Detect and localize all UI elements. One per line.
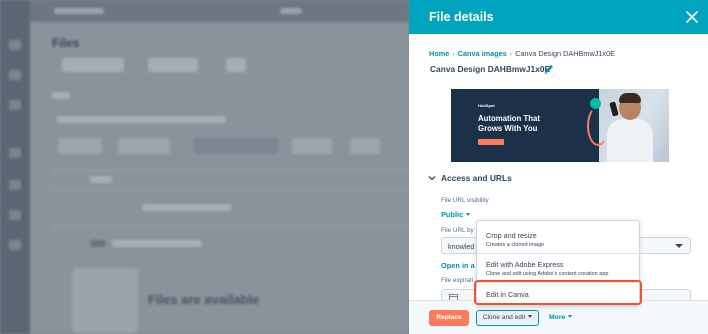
calendar-icon xyxy=(449,294,458,300)
background-nav-icon xyxy=(9,240,21,250)
clone-and-edit-label: Clone and edit xyxy=(482,314,526,321)
file-thumbnail: HubSpot Automation That Grows With You xyxy=(451,89,669,162)
thumbnail-brand: HubSpot xyxy=(478,103,495,108)
url-by-label: File URL by xyxy=(441,227,474,234)
menu-item-edit-in-canva[interactable]: Edit in Canva xyxy=(477,283,641,306)
background-nav-icon xyxy=(9,148,21,158)
visibility-dropdown[interactable]: Public xyxy=(441,210,471,219)
close-icon[interactable] xyxy=(684,9,700,25)
background-tab xyxy=(226,58,246,72)
expiration-label: File expirati xyxy=(441,277,474,284)
menu-item-adobe-express[interactable]: Edit with Adobe Express Clone and edit u… xyxy=(477,254,641,283)
visibility-value: Public xyxy=(441,210,464,219)
clone-and-edit-menu: Crop and resize Creates a cloned image E… xyxy=(476,220,641,306)
caret-down-icon xyxy=(568,315,573,318)
background-card xyxy=(72,268,138,334)
caret-down-icon xyxy=(528,315,533,318)
breadcrumb-current: Canva Design DAHBmwJ1x0E xyxy=(515,49,615,58)
thumbnail-cta xyxy=(478,139,504,145)
breadcrumb-home[interactable]: Home xyxy=(429,49,449,58)
pencil-icon[interactable] xyxy=(543,62,555,74)
panel-title: File details xyxy=(429,10,494,24)
background-app: Files Files are available xyxy=(0,0,409,334)
thumbnail-headline: Automation That Grows With You xyxy=(478,114,540,133)
background-nav-icon xyxy=(9,100,21,110)
chevron-down-icon xyxy=(428,176,436,181)
url-domain-value: knowled xyxy=(448,242,475,251)
background-tab xyxy=(148,58,198,72)
panel-header: File details xyxy=(409,0,708,34)
file-name: Canva Design DAHBmwJ1x0E xyxy=(430,64,551,74)
menu-item-description: Creates a cloned image xyxy=(486,242,545,248)
menu-item-description: Clone and edit using Adobe's content cre… xyxy=(486,271,609,277)
access-section-label: Access and URLs xyxy=(441,173,512,183)
menu-item-title: Crop and resize xyxy=(486,231,537,240)
background-nav-icon xyxy=(9,40,21,50)
background-page-title: Files xyxy=(52,36,80,50)
chevron-right-icon: › xyxy=(509,49,513,58)
background-nav-icon xyxy=(9,210,21,220)
background-nav-icon xyxy=(9,180,21,190)
more-button[interactable]: More xyxy=(549,310,573,326)
visibility-label: File URL visibility xyxy=(441,197,489,204)
menu-item-title: Edit with Adobe Express xyxy=(486,260,564,269)
caret-down-icon xyxy=(675,244,683,248)
menu-item-crop-and-resize[interactable]: Crop and resize Creates a cloned image xyxy=(477,221,641,253)
caret-down-icon xyxy=(466,213,471,216)
background-nav-icon xyxy=(9,70,21,80)
open-in-browser-link[interactable]: Open in a xyxy=(441,261,475,270)
menu-item-title: Edit in Canva xyxy=(486,290,529,299)
breadcrumb-folder[interactable]: Canva images xyxy=(458,49,507,58)
background-tab xyxy=(62,58,124,72)
breadcrumb: Home › Canva images › Canva Design DAHBmwJ1x… xyxy=(429,49,615,58)
chevron-right-icon: › xyxy=(452,49,455,58)
background-nav-rail xyxy=(0,0,30,334)
replace-button[interactable]: Replace xyxy=(429,310,469,326)
background-top-bar xyxy=(30,0,409,22)
background-empty-state: Files are available xyxy=(148,292,260,307)
clone-and-edit-button[interactable]: Clone and edit xyxy=(476,310,539,326)
more-label: More xyxy=(549,314,566,321)
